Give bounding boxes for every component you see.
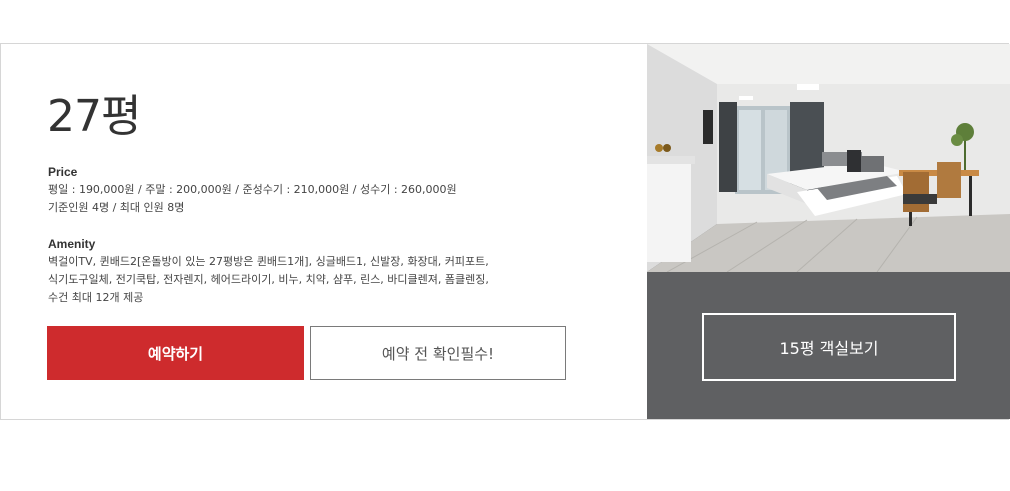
price-label: Price — [48, 165, 78, 179]
capacity-text: 기준인원 4명 / 최대 인원 8명 — [48, 201, 185, 214]
view-15-room-button[interactable]: 15평 객실보기 — [702, 313, 956, 381]
check-before-reserve-button[interactable]: 예약 전 확인필수! — [310, 326, 566, 380]
amenity-label: Amenity — [48, 237, 96, 251]
price-rates: 평일 : 190,000원 / 주말 : 200,000원 / 준성수기 : 2… — [48, 183, 457, 196]
amenity-text-1: 벽걸이TV, 퀸배드2[온돌방이 있는 27평방은 퀸배드1개], 싱글배드1,… — [48, 255, 489, 268]
amenity-text-2: 식기도구일체, 전기쿡탑, 전자렌지, 헤어드라이기, 비누, 치약, 샴푸, … — [48, 273, 489, 286]
room-card: 27평 Price 평일 : 190,000원 / 주말 : 200,000원 … — [0, 43, 1010, 420]
room-info: 27평 Price 평일 : 190,000원 / 주말 : 200,000원 … — [1, 44, 647, 419]
side-panel: 15평 객실보기 — [647, 44, 1010, 419]
room-photo — [647, 44, 1010, 272]
amenity-text-3: 수건 최대 12개 제공 — [48, 291, 144, 304]
room-title: 27평 — [47, 91, 141, 142]
reserve-button[interactable]: 예약하기 — [47, 326, 304, 380]
